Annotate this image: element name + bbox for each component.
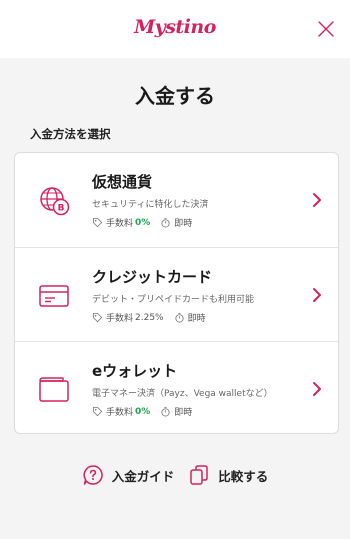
chevron-right-icon (313, 193, 321, 207)
close-icon[interactable] (314, 17, 338, 41)
svg-text:B: B (58, 204, 65, 214)
fee-label: 手数料 (106, 314, 134, 324)
tag-icon (92, 217, 103, 228)
method-crypto[interactable]: B 仮想通貨 セキュリティに特化した決済 手数料 0% 即時 (15, 153, 338, 247)
tag-icon (92, 406, 103, 417)
section-label: 入金方法を選択 (30, 127, 111, 141)
compare-link[interactable]: 比較する (188, 464, 268, 486)
footer-links: 入金ガイド 比較する (0, 464, 350, 486)
compare-label: 比較する (218, 468, 269, 484)
method-e-wallet[interactable]: eウォレット 電子マネー決済（Payz、Vega walletなど） 手数料 0… (15, 341, 338, 433)
method-title: eウォレット (92, 362, 178, 380)
method-description: 電子マネー決済（Payz、Vega walletなど） (92, 389, 273, 399)
chevron-right-icon (313, 288, 321, 302)
stopwatch-icon (161, 217, 170, 228)
wallet-icon (39, 377, 69, 402)
fee-value: 0% (135, 217, 151, 228)
method-credit-card[interactable]: クレジットカード デビット・プリペイドカードも利用可能 手数料 2.25% 即時 (15, 247, 338, 341)
fee-value: 2.25% (135, 312, 164, 323)
method-description: セキュリティに特化した決済 (92, 200, 209, 210)
fee-label: 手数料 (106, 219, 134, 229)
time-label: 即時 (187, 314, 206, 324)
chevron-right-icon (313, 382, 321, 396)
copy-compare-icon (190, 465, 208, 485)
time-label: 即時 (174, 219, 193, 229)
method-title: 仮想通貨 (92, 173, 153, 191)
payment-method-list: B 仮想通貨 セキュリティに特化した決済 手数料 0% 即時 クレジットカード … (14, 152, 339, 434)
stopwatch-icon (161, 406, 170, 417)
deposit-guide-link[interactable]: 入金ガイド (82, 464, 175, 486)
brand-logo[interactable]: Mystino (0, 16, 350, 38)
time-label: 即時 (174, 408, 193, 418)
page-title: 入金する (135, 84, 215, 108)
method-meta: 手数料 0% 即時 (92, 405, 192, 418)
fee-value: 0% (135, 406, 151, 417)
tag-icon (92, 312, 103, 323)
fee-label: 手数料 (106, 408, 134, 418)
method-meta: 手数料 2.25% 即時 (92, 311, 206, 324)
top-bar: Mystino (0, 0, 350, 58)
stopwatch-icon (175, 312, 184, 323)
method-meta: 手数料 0% 即時 (92, 216, 192, 229)
crypto-globe-icon: B (40, 187, 70, 216)
credit-card-icon (39, 285, 69, 307)
deposit-guide-label: 入金ガイド (111, 468, 175, 484)
method-title: クレジットカード (92, 268, 213, 286)
method-description: デビット・プリペイドカードも利用可能 (92, 295, 255, 305)
question-bubble-icon (83, 465, 103, 485)
